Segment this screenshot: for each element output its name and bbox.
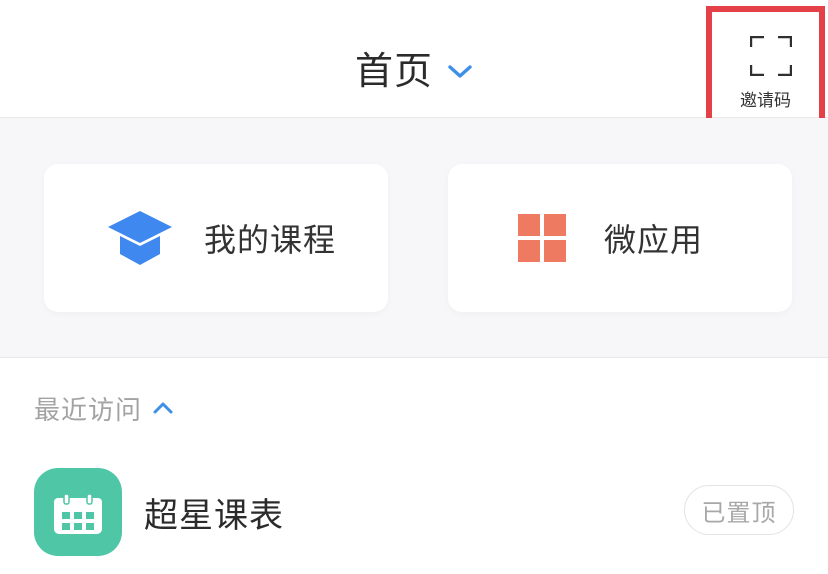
list-item[interactable]: 超星课表 已置顶 <box>0 458 828 566</box>
invite-code-button[interactable]: 邀请码 <box>706 6 825 124</box>
recent-visits-toggle[interactable]: 最近访问 <box>34 390 174 426</box>
calendar-icon <box>54 494 102 534</box>
micro-apps-label: 微应用 <box>604 221 704 259</box>
home-title-dropdown[interactable]: 首页 <box>355 46 473 96</box>
page-title: 首页 <box>355 49 434 93</box>
chevron-up-icon <box>153 402 173 414</box>
my-courses-label: 我的课程 <box>204 221 337 259</box>
pinned-badge[interactable]: 已置顶 <box>684 485 794 535</box>
recent-app-name: 超星课表 <box>144 496 284 536</box>
scan-icon <box>750 36 792 76</box>
invite-code-label: 邀请码 <box>740 91 791 111</box>
recent-visits-title: 最近访问 <box>34 395 143 426</box>
app-grid-icon <box>518 214 566 262</box>
shortcut-panel: 我的课程 微应用 <box>0 118 828 358</box>
graduation-cap-icon <box>108 211 172 265</box>
top-bar: 首页 邀请码 <box>0 0 828 124</box>
calendar-app-icon <box>34 468 122 556</box>
chevron-down-icon <box>448 65 472 78</box>
micro-apps-card[interactable]: 微应用 <box>448 164 792 312</box>
my-courses-card[interactable]: 我的课程 <box>44 164 388 312</box>
